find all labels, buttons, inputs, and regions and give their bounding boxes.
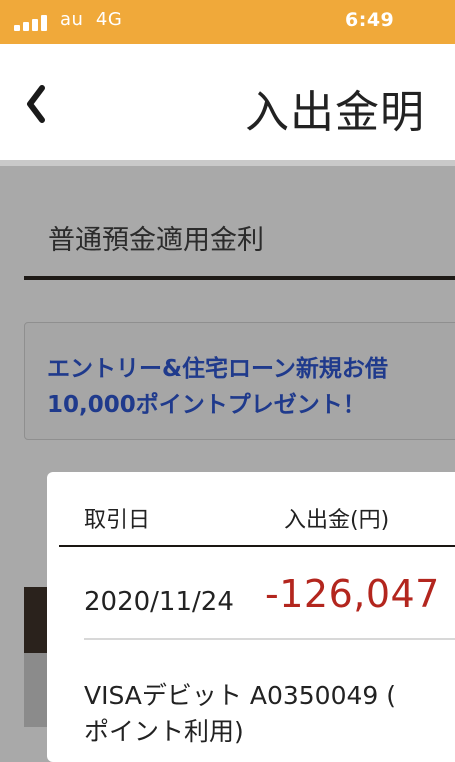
transaction-amount: -126,047: [265, 572, 440, 616]
transaction-date: 2020/11/24: [84, 587, 234, 617]
section-divider: [24, 276, 455, 280]
column-header-date: 取引日: [84, 508, 151, 533]
transaction-description-line-1: VISAデビット A0350049 (: [84, 681, 396, 710]
carrier-label: au: [60, 9, 84, 30]
nav-divider: [0, 160, 455, 166]
promo-line-2: 10,000ポイントプレゼント！: [47, 392, 366, 418]
section-heading[interactable]: 普通預金適用金利: [48, 218, 264, 257]
row-divider: [84, 638, 455, 640]
page-title: 入出金明: [245, 87, 425, 138]
transaction-popup: 取引日 入出金(円) 2020/11/24 -126,047 VISAデビット …: [47, 472, 455, 762]
back-chevron-icon[interactable]: [22, 84, 52, 124]
promo-line-1: エントリー&住宅ローン新規お借: [47, 356, 388, 382]
network-label: 4G: [95, 9, 123, 30]
status-time: 6:49: [345, 9, 395, 31]
status-bar: au 4G 6:49: [0, 0, 455, 44]
signal-strength-icon: [14, 15, 48, 31]
transaction-description-line-2: ポイント利用): [84, 717, 244, 746]
header-divider: [59, 545, 455, 547]
carrier-network: au 4G: [60, 9, 122, 30]
nav-bar: 入出金明: [0, 44, 455, 162]
promo-banner[interactable]: エントリー&住宅ローン新規お借 10,000ポイントプレゼント！: [24, 322, 455, 440]
column-header-amount: 入出金(円): [284, 508, 390, 533]
